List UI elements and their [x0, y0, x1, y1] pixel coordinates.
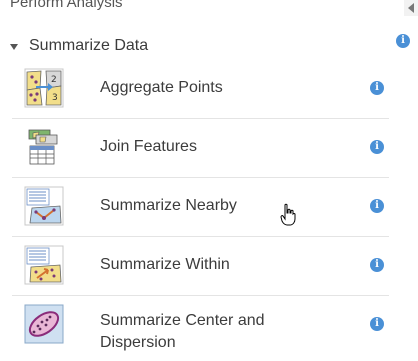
panel-title: Perform Analysis [10, 0, 123, 11]
tool-label: Aggregate Points [100, 79, 223, 96]
summarize-nearby-icon [24, 186, 64, 226]
info-icon[interactable]: i [370, 199, 384, 213]
svg-text:3: 3 [52, 93, 58, 103]
tool-label: Summarize Center and Dispersion [100, 312, 265, 351]
summarize-data-header[interactable]: Summarize Data [10, 36, 148, 56]
analysis-panel: Perform Analysis Summarize Data i 2 3 Ag… [0, 0, 418, 361]
tool-join-features[interactable]: Join Features i [12, 119, 389, 178]
tool-label: Join Features [100, 138, 197, 155]
info-icon[interactable]: i [370, 140, 384, 154]
info-icon[interactable]: i [370, 317, 384, 331]
svg-text:2: 2 [51, 75, 57, 85]
tool-summarize-nearby[interactable]: Summarize Nearby i [12, 178, 389, 237]
tool-label: Summarize Nearby [100, 197, 237, 214]
tool-aggregate-points[interactable]: 2 3 Aggregate Points i [12, 60, 389, 119]
summarize-within-icon [24, 245, 64, 285]
tool-list: 2 3 Aggregate Points i Join Features i S… [12, 60, 389, 354]
tool-label: Summarize Within [100, 256, 230, 273]
section-info-icon[interactable]: i [396, 34, 410, 48]
info-icon[interactable]: i [370, 258, 384, 272]
summarize-center-dispersion-icon [24, 304, 64, 344]
hand-pointer-cursor-icon [280, 203, 296, 226]
join-features-icon [28, 129, 58, 165]
section-title: Summarize Data [29, 37, 149, 54]
tool-summarize-within[interactable]: Summarize Within i [12, 237, 389, 296]
collapse-panel-icon[interactable] [404, 0, 418, 16]
tool-summarize-center-dispersion[interactable]: Summarize Center and Dispersion i [12, 296, 389, 354]
caret-down-icon [10, 43, 18, 50]
aggregate-points-icon: 2 3 [24, 68, 64, 108]
info-icon[interactable]: i [370, 81, 384, 95]
